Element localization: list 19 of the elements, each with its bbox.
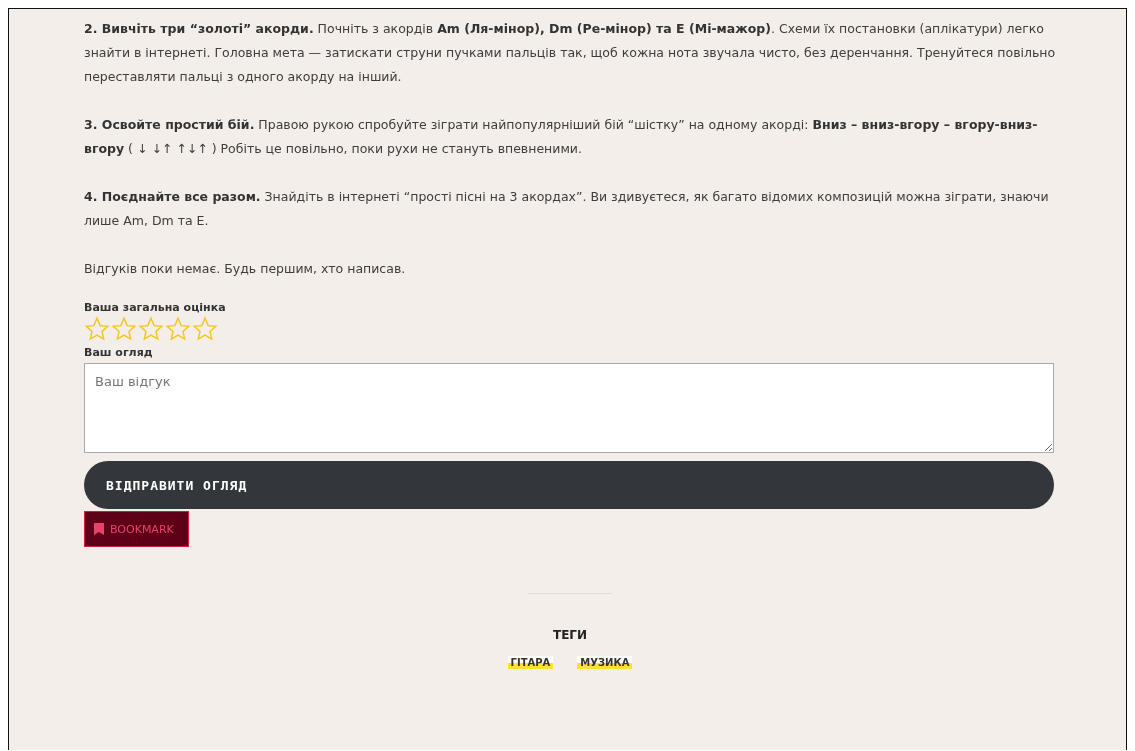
bookmark-button[interactable]: BOOKMARK (84, 511, 189, 547)
star-icon[interactable] (138, 316, 164, 342)
review-field[interactable]: Ваш відгук (84, 363, 1054, 453)
star-icon[interactable] (84, 316, 110, 342)
star-icon[interactable] (192, 316, 218, 342)
review-label: Ваш огляд (84, 346, 154, 359)
tag-link[interactable]: МУЗИКА (577, 656, 633, 669)
no-reviews-text: Відгуків поки немає. Будь першим, хто написав. (84, 260, 407, 278)
bookmark-icon (94, 523, 104, 535)
star-icon[interactable] (165, 316, 191, 342)
tags-heading: ТЕГИ (552, 628, 588, 642)
rating-label: Ваша загальна оцінка (84, 301, 227, 314)
paragraph: 3. Освойте простий бій. Правою рукою спробуйте зіграти найпопулярніший бій “шістку” на одному акорді: Вниз – вниз-вгору – вгору-вниз-вгору ( ↓ ↓↑ ↑↓↑ ) Робіть це повільно, поки рухи не стануть впевненими. (84, 116, 1039, 158)
paragraph: 4. Поєднайте все разом. Знайдіть в інтернеті “прості пісні на 3 акордах”. Ви здивуєтеся, як багато відомих композицій можна зіграти, знаючи лише Am, Dm та E. (84, 188, 1050, 230)
submit-button[interactable]: ВІДПРАВИТИ ОГЛЯД (84, 461, 1054, 509)
star-icon[interactable] (111, 316, 137, 342)
star-rating[interactable] (84, 316, 218, 342)
tag-link[interactable]: ГІТАРА (507, 656, 554, 669)
paragraph: 2. Вивчіть три “золоті” акорди. Почніть з акордів Am (Ля-мінор), Dm (Ре-мінор) та E (Мі-мажор). Схеми їх постановки (аплікатури) легко знайти в інтернеті. Головна мета — затискати струни пучками пальців так, щоб кожна нота звучала чисто, без деренчання. Тренуйтеся повільно переставляти пальці з одного акорду на інший. (84, 20, 1056, 86)
